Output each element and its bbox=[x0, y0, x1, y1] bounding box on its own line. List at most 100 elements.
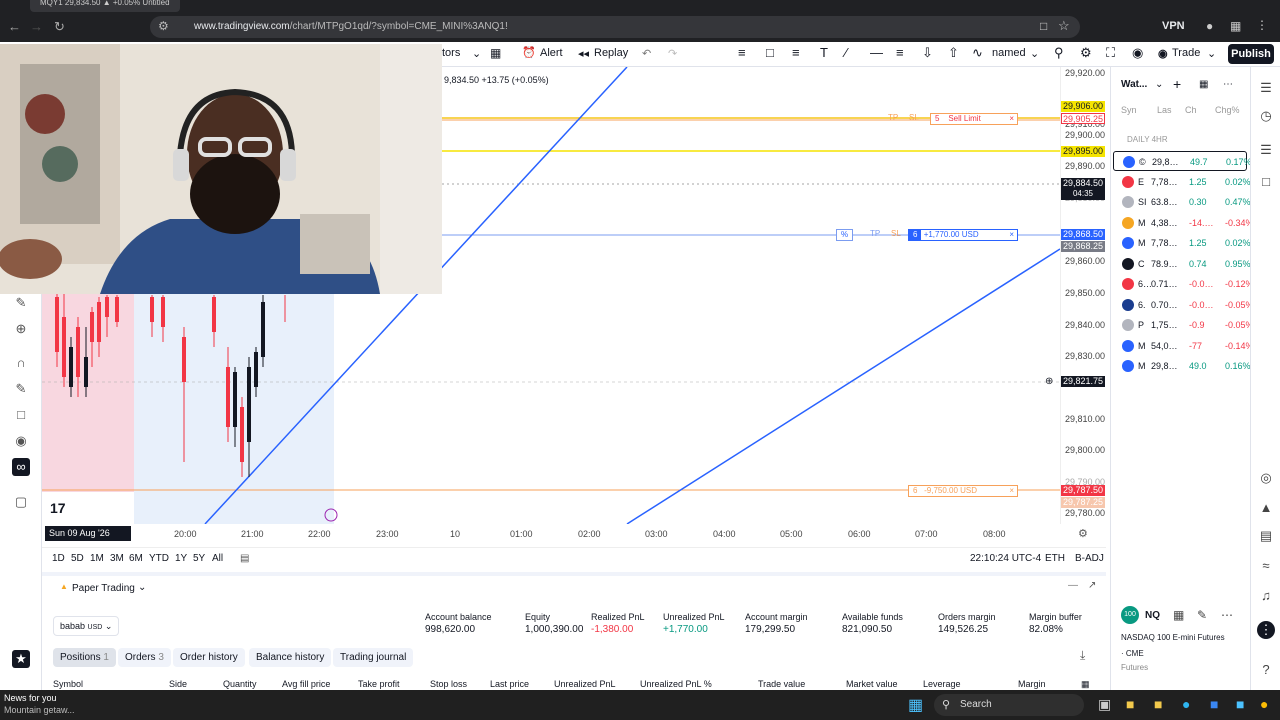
col-header[interactable]: Take profit bbox=[358, 679, 400, 689]
text-tool-icon[interactable]: T bbox=[820, 45, 828, 60]
period-ytd[interactable]: YTD bbox=[149, 553, 169, 564]
url-field[interactable]: www.tradingview.com/chart/MTPgO1qd/?symb… bbox=[150, 16, 1080, 38]
app-icon[interactable]: ■ bbox=[1236, 696, 1244, 712]
arrow-up-icon[interactable]: ⇧ bbox=[948, 45, 959, 61]
watchlist-row[interactable]: C 78.9… 0.74 0.95% bbox=[1113, 254, 1251, 274]
trash-icon[interactable]: ▢ bbox=[12, 493, 30, 511]
undo-icon[interactable]: ↶ bbox=[642, 47, 651, 60]
alerts-clock-icon[interactable]: ◷ bbox=[1257, 107, 1275, 125]
add-plus-icon[interactable]: ⊕ bbox=[1045, 376, 1053, 387]
browser-menu-icon[interactable]: ⋮ bbox=[1256, 18, 1268, 32]
browser-tab[interactable]: MQY1 29,834.50 ▲ +0.05% Untitled bbox=[30, 0, 180, 12]
chevron-down-icon[interactable]: ⌄ bbox=[1207, 47, 1216, 60]
tab-order-history[interactable]: Order history bbox=[173, 648, 245, 667]
clock-readout[interactable]: 22:10:24 UTC-4 bbox=[970, 553, 1041, 564]
stop-order-label[interactable]: 6 -9,750.00 USD × bbox=[908, 485, 1018, 497]
axis-settings-icon[interactable]: ⚙ bbox=[1078, 527, 1088, 540]
position-label[interactable]: 6 +1,770.00 USD × bbox=[908, 229, 1018, 241]
watchlist-title[interactable]: Wat... bbox=[1121, 79, 1147, 90]
col-header[interactable]: Symbol bbox=[53, 679, 83, 689]
chevron-down-icon[interactable]: ⌄ bbox=[1155, 79, 1163, 90]
tab-trading-journal[interactable]: Trading journal bbox=[333, 648, 414, 667]
tab-positions[interactable]: Positions 1 bbox=[53, 648, 116, 667]
sell-limit-order-label[interactable]: 5 Sell Limit × bbox=[930, 113, 1018, 125]
broker-name[interactable]: Paper Trading bbox=[72, 583, 135, 594]
back-icon[interactable]: ← bbox=[8, 19, 21, 34]
chrome-icon[interactable]: ● bbox=[1260, 696, 1268, 712]
close-icon[interactable]: × bbox=[1009, 486, 1014, 496]
watchlist-row[interactable]: E 7,78… 1.25 0.02% bbox=[1113, 172, 1251, 192]
col-header[interactable]: Margin bbox=[1018, 679, 1046, 689]
col-header[interactable]: Side bbox=[169, 679, 187, 689]
broadcast-icon[interactable]: ≈ bbox=[1257, 557, 1275, 575]
watchlist-row[interactable]: M 7,78… 1.25 0.02% bbox=[1113, 233, 1251, 253]
add-symbol-icon[interactable]: + bbox=[1173, 76, 1181, 92]
period-1m[interactable]: 1M bbox=[90, 553, 104, 564]
more-icon[interactable]: ⋯ bbox=[1221, 608, 1233, 622]
period-5d[interactable]: 5D bbox=[71, 553, 84, 564]
chat-icon[interactable]: □ bbox=[1257, 173, 1275, 191]
price-axis[interactable]: 29,920.00 29,910.00 29,900.00 29,890.00 … bbox=[1060, 67, 1106, 524]
ideas-icon[interactable]: ▲ bbox=[1257, 499, 1275, 517]
time-axis[interactable]: Sun 09 Aug '26 18:20 20:00 21:00 22:00 2… bbox=[42, 524, 1106, 553]
link-icon[interactable]: ∞ bbox=[12, 458, 30, 476]
position-pct-button[interactable]: % bbox=[836, 229, 854, 241]
tab-balance-history[interactable]: Balance history bbox=[249, 648, 332, 667]
pattern-icon[interactable]: ∿ bbox=[972, 45, 983, 61]
trade-button[interactable]: Trade bbox=[1172, 47, 1200, 59]
calendar-icon[interactable]: ▤ bbox=[240, 553, 249, 564]
replay-button[interactable]: Replay bbox=[594, 47, 628, 59]
eye-icon[interactable]: ◉ bbox=[12, 432, 30, 450]
parallel-channel-icon[interactable]: ≡ bbox=[896, 45, 904, 60]
folder-icon[interactable]: ■ bbox=[1154, 696, 1162, 712]
minimize-icon[interactable]: — bbox=[1068, 580, 1078, 591]
chevron-down-icon[interactable]: ⌄ bbox=[1030, 47, 1039, 60]
bookmark-star-icon[interactable]: ☆ bbox=[1058, 18, 1070, 34]
sell-limit-sl[interactable]: SL bbox=[905, 113, 923, 125]
col-header[interactable]: Avg fill price bbox=[282, 679, 330, 689]
watchlist-row[interactable]: M 29,8… 49.0 0.16% bbox=[1113, 356, 1251, 376]
drawing-tools-icon[interactable]: ≡ bbox=[738, 45, 746, 60]
install-app-icon[interactable]: □ bbox=[1040, 19, 1047, 33]
period-1d[interactable]: 1D bbox=[52, 553, 65, 564]
grid-icon[interactable]: ▦ bbox=[1173, 608, 1184, 622]
forward-icon[interactable]: → bbox=[30, 19, 43, 34]
col-header[interactable]: Last price bbox=[490, 679, 529, 689]
fib-icon[interactable]: ≡ bbox=[792, 45, 800, 60]
notifications-bell-icon[interactable]: ♫ bbox=[1257, 587, 1275, 605]
indicators-button[interactable]: tors bbox=[442, 47, 460, 59]
back-adjust-toggle[interactable]: B-ADJ bbox=[1075, 553, 1104, 564]
task-view-icon[interactable]: ▣ bbox=[1098, 696, 1111, 713]
news-widget-title[interactable]: News for you bbox=[4, 693, 57, 703]
watchlist-row[interactable]: SI 63.8… 0.30 0.47% bbox=[1113, 192, 1251, 212]
help-icon[interactable]: ? bbox=[1257, 661, 1275, 679]
edit-icon[interactable]: ✎ bbox=[1197, 608, 1207, 622]
extension-icon[interactable]: ● bbox=[1206, 19, 1213, 33]
alert-button[interactable]: Alert bbox=[540, 47, 563, 59]
download-icon[interactable]: ⤓ bbox=[1080, 648, 1085, 663]
watchlist-row[interactable]: P 1,75… -0.9 -0.05% bbox=[1113, 315, 1254, 335]
close-icon[interactable]: × bbox=[1009, 230, 1014, 240]
trendline-icon[interactable]: ∕ bbox=[845, 45, 847, 60]
close-icon[interactable]: × bbox=[1009, 114, 1014, 124]
section-header[interactable]: DAILY 4HR bbox=[1127, 135, 1168, 144]
publish-button[interactable]: Publish bbox=[1228, 44, 1274, 64]
store-icon[interactable]: ■ bbox=[1210, 696, 1218, 712]
col-header[interactable]: Market value bbox=[846, 679, 898, 689]
watchlist-row[interactable]: M 54,0… -77 -0.14% bbox=[1113, 336, 1254, 356]
position-tp[interactable]: TP bbox=[866, 229, 884, 241]
extensions-puzzle-icon[interactable]: ▦ bbox=[1230, 19, 1241, 33]
camera-icon[interactable]: ◉ bbox=[1132, 45, 1143, 61]
col-change-pct[interactable]: Chg% bbox=[1215, 105, 1240, 115]
search-icon[interactable]: ⚲ bbox=[1054, 45, 1064, 61]
col-header[interactable]: Unrealized PnL % bbox=[640, 679, 712, 689]
period-1y[interactable]: 1Y bbox=[175, 553, 187, 564]
period-3m[interactable]: 3M bbox=[110, 553, 124, 564]
redo-icon[interactable]: ↷ bbox=[668, 47, 677, 60]
col-header[interactable]: Leverage bbox=[923, 679, 961, 689]
horizontal-ray-icon[interactable]: — bbox=[870, 45, 883, 60]
maximize-icon[interactable]: ↗ bbox=[1088, 580, 1096, 591]
rectangle-icon[interactable]: □ bbox=[766, 45, 774, 60]
chevron-down-icon[interactable]: ⌄ bbox=[138, 582, 146, 593]
edge-browser-icon[interactable]: ● bbox=[1182, 696, 1190, 712]
